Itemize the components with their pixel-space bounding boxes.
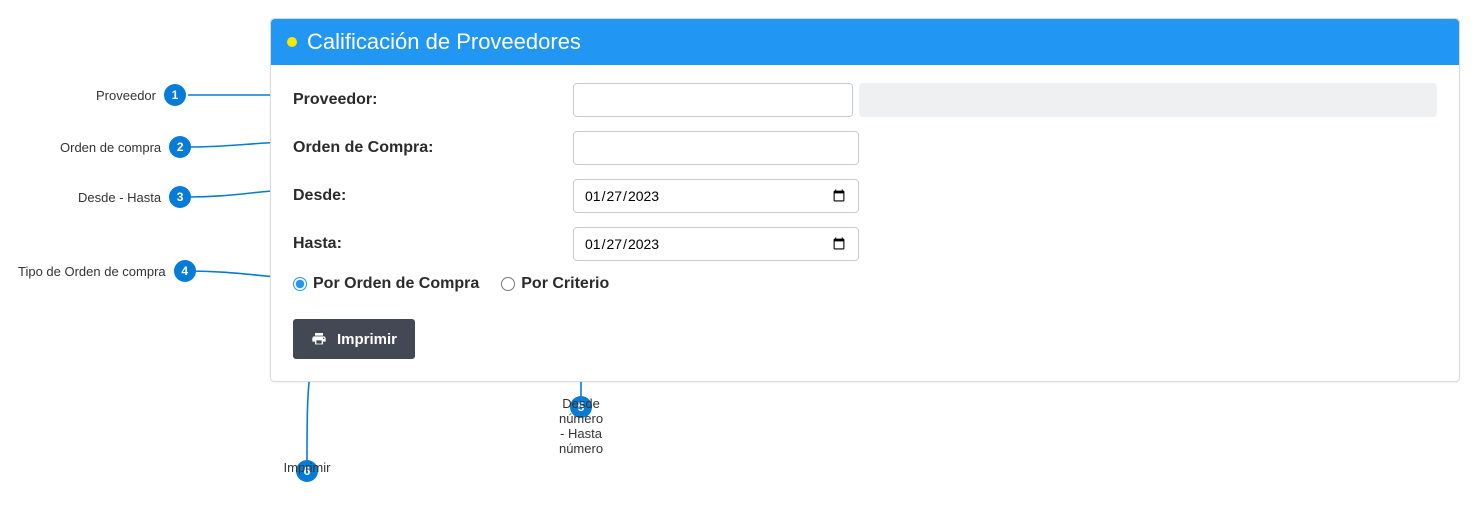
panel-calificacion-proveedores: Calificación de Proveedores Proveedor: O… bbox=[270, 18, 1460, 382]
status-dot-icon bbox=[287, 37, 297, 47]
annot-badge-1: 1 bbox=[164, 84, 186, 106]
radio-por-criterio[interactable]: Por Criterio bbox=[501, 275, 609, 293]
annot-label-3: Desde - Hasta bbox=[78, 190, 161, 205]
input-orden-compra[interactable] bbox=[573, 131, 859, 165]
label-desde: Desde: bbox=[293, 187, 573, 205]
printer-icon bbox=[311, 331, 327, 347]
radio-input-por-criterio[interactable] bbox=[501, 277, 515, 291]
input-hasta[interactable] bbox=[573, 227, 859, 261]
radio-label-por-orden: Por Orden de Compra bbox=[313, 275, 479, 293]
display-proveedor-name bbox=[859, 83, 1437, 117]
input-proveedor-code[interactable] bbox=[573, 83, 853, 117]
annot-label-1: Proveedor bbox=[96, 88, 156, 103]
annot-badge-2: 2 bbox=[169, 136, 191, 158]
print-button[interactable]: Imprimir bbox=[293, 319, 415, 359]
label-proveedor: Proveedor: bbox=[293, 91, 573, 109]
annot-badge-3: 3 bbox=[169, 186, 191, 208]
annot-label-5: Desde número - Hasta número bbox=[559, 396, 603, 456]
print-button-label: Imprimir bbox=[337, 331, 397, 348]
annot-label-2: Orden de compra bbox=[60, 140, 161, 155]
annot-label-4: Tipo de Orden de compra bbox=[18, 264, 166, 279]
annot-badge-4: 4 bbox=[174, 260, 196, 282]
panel-header: Calificación de Proveedores bbox=[271, 19, 1459, 65]
radio-input-por-orden[interactable] bbox=[293, 277, 307, 291]
panel-title: Calificación de Proveedores bbox=[307, 29, 581, 55]
radio-por-orden[interactable]: Por Orden de Compra bbox=[293, 275, 479, 293]
annot-label-6: Imprimir bbox=[284, 460, 331, 475]
radio-label-por-criterio: Por Criterio bbox=[521, 275, 609, 293]
label-orden-compra: Orden de Compra: bbox=[293, 139, 573, 157]
input-desde[interactable] bbox=[573, 179, 859, 213]
label-hasta: Hasta: bbox=[293, 235, 573, 253]
